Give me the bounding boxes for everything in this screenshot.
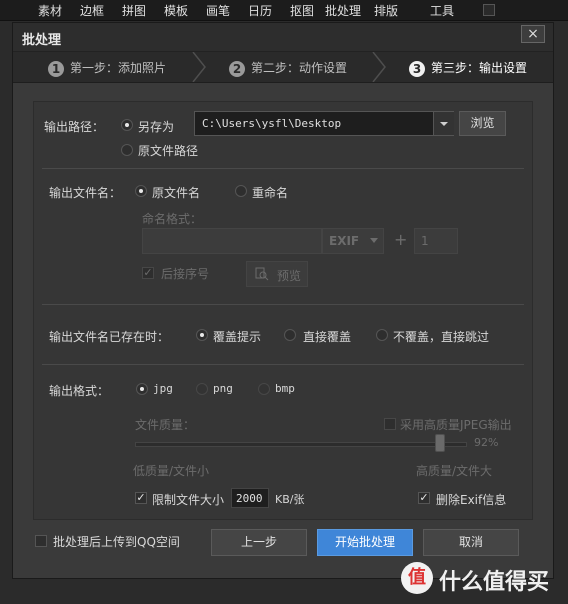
remove-exif-checkbox[interactable]: ✓ <box>418 492 430 504</box>
limit-size-input[interactable]: 2000 <box>231 488 269 508</box>
append-seq-checkbox[interactable]: ✓ <box>142 267 154 279</box>
bmp-radio[interactable] <box>258 383 270 395</box>
output-path-value: C:\Users\ysfl\Desktop <box>202 117 342 130</box>
browse-button[interactable]: 浏览 <box>459 111 506 136</box>
watermark-logo: 值 <box>401 562 433 594</box>
preview-button[interactable]: 预览 <box>246 261 308 287</box>
low-quality-label: 低质量/文件小 <box>133 464 210 478</box>
combo-dropdown-button[interactable] <box>433 112 454 135</box>
skip-radio[interactable] <box>376 329 388 341</box>
quality-slider-thumb[interactable] <box>434 434 445 452</box>
step-2-number: 2 <box>229 60 245 77</box>
menu-item-batch[interactable]: 批处理 <box>325 2 361 19</box>
overwrite-prompt-label: 覆盖提示 <box>213 330 262 344</box>
start-number-value: 1 <box>421 234 429 248</box>
magnifier-icon <box>255 267 269 281</box>
limit-size-label: 限制文件大小 <box>152 493 225 507</box>
hq-jpeg-label: 采用高质量JPEG输出 <box>400 418 512 432</box>
jpg-radio[interactable] <box>136 383 148 395</box>
plus-icon: + <box>394 230 408 249</box>
close-button[interactable]: × <box>521 25 545 43</box>
step-1-number: 1 <box>48 60 64 77</box>
step-3[interactable]: 3 第三步：输出设置 <box>409 59 527 77</box>
menu-item-brush[interactable]: 画笔 <box>206 2 230 19</box>
step-3-number: 3 <box>409 60 425 77</box>
quality-label: 文件质量： <box>135 418 196 432</box>
high-quality-label: 高质量/文件大 <box>416 464 493 478</box>
step-3-label: 第三步：输出设置 <box>431 61 528 75</box>
limit-size-unit: KB/张 <box>275 493 305 506</box>
overwrite-direct-label: 直接覆盖 <box>303 330 352 344</box>
divider <box>42 304 524 305</box>
menu-item-tools[interactable]: 工具 <box>430 2 454 19</box>
step-1-label: 第一步：添加照片 <box>70 61 167 75</box>
skip-label: 不覆盖，直接跳过 <box>393 330 490 344</box>
exists-label: 输出文件名已存在时： <box>49 330 170 344</box>
original-name-label: 原文件名 <box>152 186 201 200</box>
settings-panel: 输出路径： 另存为 C:\Users\ysfl\Desktop 浏览 原文件路径… <box>33 101 533 520</box>
prev-step-button[interactable]: 上一步 <box>211 529 307 556</box>
top-menu-bar: 素材 边框 拼图 模板 画笔 日历 抠图 批处理 排版 工具 <box>0 0 568 21</box>
step-2-label: 第二步：动作设置 <box>251 61 348 75</box>
exif-dropdown[interactable]: EXIF <box>322 228 384 254</box>
upload-qq-label: 批处理后上传到QQ空间 <box>53 535 180 549</box>
jpg-label: jpg <box>153 382 173 395</box>
chevron-right-icon <box>372 52 386 82</box>
quality-value: 92% <box>474 436 499 449</box>
step-2[interactable]: 2 第二步：动作设置 <box>229 59 347 77</box>
quality-slider-track[interactable] <box>135 442 467 447</box>
menu-box-icon <box>483 4 495 16</box>
watermark-text: 什么值得买 <box>439 570 550 595</box>
menu-item-collage[interactable]: 拼图 <box>122 2 146 19</box>
menu-item-template[interactable]: 模板 <box>164 2 188 19</box>
original-path-radio[interactable] <box>121 144 133 156</box>
limit-size-value: 2000 <box>236 492 263 505</box>
naming-format-input[interactable] <box>142 228 322 254</box>
title-bar: 批处理 × <box>13 23 553 52</box>
original-path-label: 原文件路径 <box>138 144 199 158</box>
naming-format-label: 命名格式： <box>142 212 203 226</box>
preview-label: 预览 <box>277 269 302 283</box>
menu-item-calendar[interactable]: 日历 <box>248 2 272 19</box>
exif-label: EXIF <box>329 234 360 248</box>
remove-exif-label: 删除Exif信息 <box>436 493 507 507</box>
overwrite-direct-radio[interactable] <box>284 329 296 341</box>
chevron-down-icon <box>370 238 378 243</box>
output-path-combo[interactable]: C:\Users\ysfl\Desktop <box>194 111 454 136</box>
original-name-radio[interactable] <box>135 185 147 197</box>
steps-bar: 1 第一步：添加照片 2 第二步：动作设置 3 第三步：输出设置 <box>13 52 553 83</box>
start-batch-button[interactable]: 开始批处理 <box>317 529 413 556</box>
start-number-input[interactable]: 1 <box>414 228 458 254</box>
limit-size-checkbox[interactable]: ✓ <box>135 492 147 504</box>
step-1[interactable]: 1 第一步：添加照片 <box>48 59 166 77</box>
watermark: 值 什么值得买 <box>393 556 568 604</box>
format-label: 输出格式： <box>49 384 110 398</box>
bmp-label: bmp <box>275 382 295 395</box>
batch-dialog: 批处理 × 1 第一步：添加照片 2 第二步：动作设置 3 第三步：输出设置 输出路径… <box>12 22 554 579</box>
divider <box>42 364 524 365</box>
save-as-radio[interactable] <box>121 119 133 131</box>
output-name-label: 输出文件名： <box>49 186 122 200</box>
rename-radio[interactable] <box>235 185 247 197</box>
menu-item-cutout[interactable]: 抠图 <box>290 2 314 19</box>
png-radio[interactable] <box>196 383 208 395</box>
save-as-label: 另存为 <box>138 120 175 134</box>
divider <box>42 168 524 169</box>
menu-item-layout[interactable]: 排版 <box>374 2 398 19</box>
rename-label: 重命名 <box>252 186 289 200</box>
overwrite-prompt-radio[interactable] <box>196 329 208 341</box>
output-path-label: 输出路径： <box>44 120 105 134</box>
png-label: png <box>213 382 233 395</box>
chevron-right-icon <box>192 52 206 82</box>
upload-qq-checkbox[interactable] <box>35 535 47 547</box>
menu-item-material[interactable]: 素材 <box>38 2 62 19</box>
hq-jpeg-checkbox[interactable] <box>384 418 396 430</box>
menu-item-border[interactable]: 边框 <box>80 2 104 19</box>
dialog-title: 批处理 <box>22 33 62 48</box>
cancel-button[interactable]: 取消 <box>423 529 519 556</box>
append-seq-label: 后接序号 <box>161 267 210 281</box>
chevron-down-icon <box>440 122 448 126</box>
